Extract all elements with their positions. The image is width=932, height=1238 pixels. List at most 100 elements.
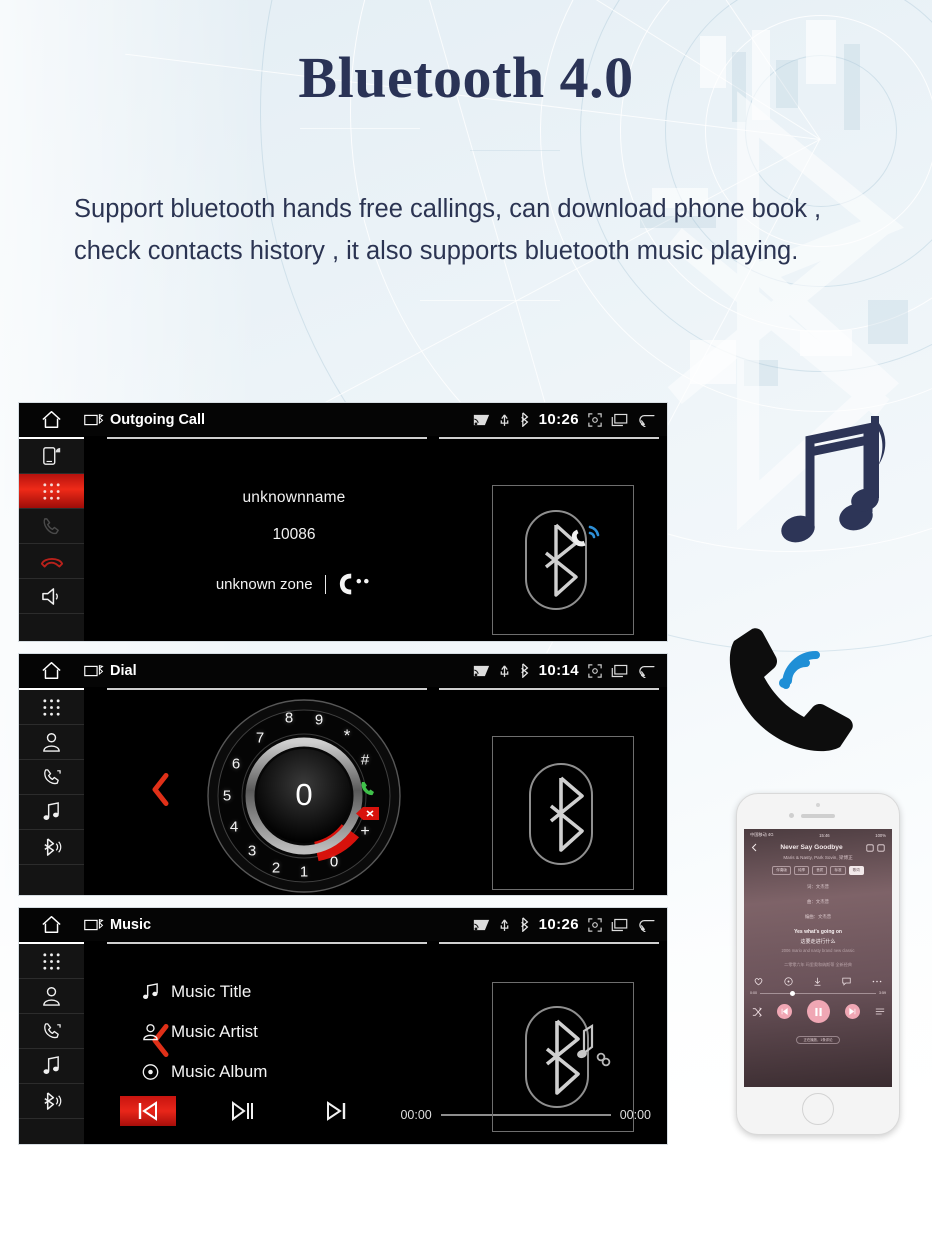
phone-back-icon[interactable] [751,843,757,852]
home-button[interactable] [19,661,84,680]
track-artist-row: Music Artist [142,1022,267,1042]
phone-progress-bar[interactable] [760,990,876,996]
phone-tag[interactable]: 伴奏版 [772,866,792,875]
phone-previous-button[interactable] [776,1004,792,1019]
dial-key-6[interactable]: 6 [232,756,240,773]
previous-track-button[interactable] [120,1096,176,1126]
shuffle-icon[interactable] [752,1006,762,1017]
phone-sensor-dot [816,803,820,807]
playlist-icon[interactable] [875,1007,885,1016]
sidebar-item-bluetooth[interactable] [19,1084,84,1119]
phone-progress: 0:00 3:59 [744,990,892,996]
sidebar-item-music[interactable] [19,795,84,830]
phone-tag-row: 伴奏版 纯享 音质 标准 歌词 [744,866,892,875]
keypad-icon [43,698,60,716]
dial-key-3[interactable]: 3 [248,843,256,860]
caller-zone-row: unknown zone [144,571,444,597]
sidebar-item-call[interactable] [19,509,84,544]
phone-tag[interactable]: 标准 [830,866,846,875]
dial-key-2[interactable]: 2 [272,860,280,877]
back-icon [639,919,655,932]
page-title: Bluetooth 4.0 [298,45,634,110]
dial-key-1[interactable]: 1 [300,864,308,881]
sidebar-item-keypad[interactable] [19,690,84,725]
recents-icon [611,918,628,931]
calling-handset-icon [340,573,369,595]
comment-icon[interactable] [842,977,851,986]
sidebar-item-call-history[interactable] [19,760,84,795]
bluetooth-music-icon [525,1006,611,1108]
dial-key-star[interactable]: * [344,726,351,746]
sidebar-item-contacts[interactable] [19,979,84,1014]
play-pause-button[interactable] [214,1096,270,1126]
dial-body: 0 8 9 * # + 0 1 2 3 4 5 6 7 [84,688,667,895]
home-button[interactable] [19,410,84,429]
screen-title: Music [110,916,152,933]
dial-key-8[interactable]: 8 [285,710,293,727]
bg-tile [420,300,560,301]
dial-key-7[interactable]: 7 [256,730,264,747]
previous-icon [781,1008,788,1015]
screenshot-icon [588,663,602,678]
phone-home-button[interactable] [802,1093,834,1125]
clock: 10:26 [538,916,579,933]
sidebar-item-call-history[interactable] [19,1014,84,1049]
dial-pad[interactable]: 0 8 9 * # + 0 1 2 3 4 5 6 7 [204,696,404,896]
phone-expand-icon[interactable] [877,843,885,852]
dial-key-4[interactable]: 4 [230,819,238,836]
call-info: unknownname 10086 unknown zone [144,489,444,597]
recents-icon [611,664,628,677]
phone-credit-row: 编曲：文杰普 [804,914,832,919]
sidebar-item-bluetooth[interactable] [19,830,84,865]
phone-clock: 15:46 [819,832,830,838]
bluetooth-music-panel [492,982,634,1132]
previous-track-icon [138,1101,157,1121]
phone-pause-button[interactable] [806,1000,830,1023]
cast-icon [473,414,489,425]
status-bar: Dial 10:14 [19,654,667,687]
cast-icon [473,665,489,676]
phone-share-icon[interactable] [866,843,874,852]
sidebar-item-speaker[interactable] [19,579,84,614]
heart-icon[interactable] [754,977,763,986]
caller-zone: unknown zone [215,575,313,593]
dial-key-hash[interactable]: # [361,752,369,769]
phone-tag[interactable]: 歌词 [848,866,864,875]
bluetooth-icon [44,838,62,856]
phone-footer: 正在播放，1条评论 [744,1028,892,1046]
next-track-button[interactable] [308,1096,364,1126]
phone-tag[interactable]: 音质 [812,866,828,875]
phone-footer-label: 正在播放，1条评论 [796,1036,840,1044]
car-screen-outgoing-call: Outgoing Call 10:26 unknownname 10086 un… [18,402,668,642]
hangup-icon [40,558,63,568]
dial-key-5[interactable]: 5 [223,788,231,805]
phone-progress-knob[interactable] [790,990,796,996]
sidebar-item-keypad[interactable] [19,944,84,979]
home-button[interactable] [19,915,84,934]
green-call-icon[interactable] [359,780,379,798]
sidebar-item-phone-signal[interactable] [19,439,84,474]
sidebar-item-hangup[interactable] [19,544,84,579]
usb-icon [500,919,508,931]
backspace-icon[interactable] [356,806,380,821]
phone-next-button[interactable] [844,1004,860,1019]
more-icon[interactable] [872,977,882,986]
phone-signal-icon [42,447,60,465]
sidebar-item-music[interactable] [19,1049,84,1084]
phone-credit-row: 曲：文杰普 [807,899,829,904]
record-icon[interactable] [783,977,793,986]
dial-key-0[interactable]: 0 [330,854,338,871]
sidebar-item-contacts[interactable] [19,725,84,760]
dial-key-9[interactable]: 9 [315,712,323,729]
track-artist: Music Artist [171,1022,258,1041]
call-history-icon [44,1023,61,1039]
download-icon[interactable] [813,977,822,986]
next-track-icon [327,1101,346,1121]
phone-tag[interactable]: 纯享 [794,866,810,875]
sidebar-item-keypad[interactable] [19,474,84,509]
bluetooth-device-icon [84,918,104,930]
collapse-sidebar-button[interactable] [150,772,172,811]
phone-earpiece [801,814,835,818]
dial-key-plus[interactable]: + [360,823,369,841]
phone-nav-row: Never Say Goodbye [744,838,892,852]
